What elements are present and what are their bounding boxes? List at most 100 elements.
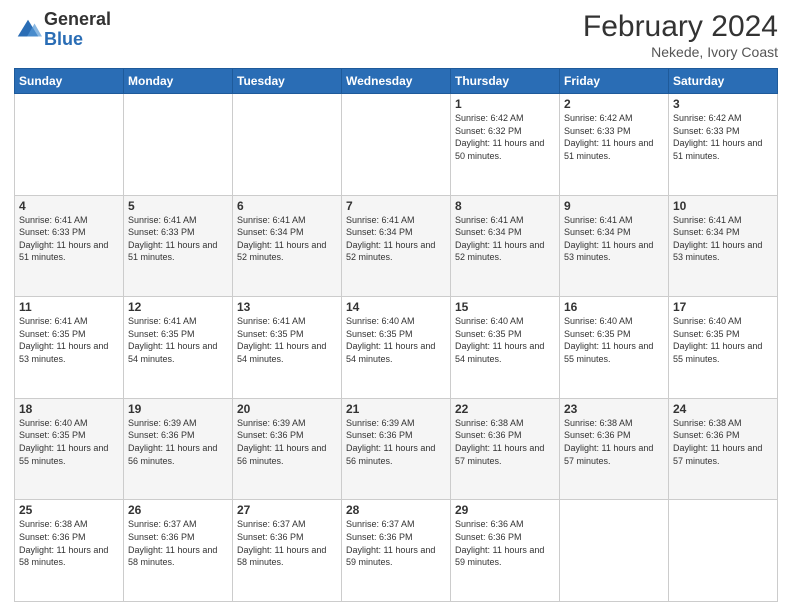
day-info: Sunrise: 6:38 AMSunset: 6:36 PMDaylight:… [19,518,119,568]
calendar-cell: 27Sunrise: 6:37 AMSunset: 6:36 PMDayligh… [233,500,342,602]
calendar-week-row: 1Sunrise: 6:42 AMSunset: 6:32 PMDaylight… [15,94,778,196]
calendar-cell: 24Sunrise: 6:38 AMSunset: 6:36 PMDayligh… [669,398,778,500]
day-number: 4 [19,199,119,213]
day-number: 9 [564,199,664,213]
day-info: Sunrise: 6:40 AMSunset: 6:35 PMDaylight:… [455,315,555,365]
calendar-cell: 17Sunrise: 6:40 AMSunset: 6:35 PMDayligh… [669,297,778,399]
calendar-cell: 10Sunrise: 6:41 AMSunset: 6:34 PMDayligh… [669,195,778,297]
day-number: 15 [455,300,555,314]
logo: General Blue [14,10,111,50]
day-info: Sunrise: 6:42 AMSunset: 6:32 PMDaylight:… [455,112,555,162]
calendar-cell: 3Sunrise: 6:42 AMSunset: 6:33 PMDaylight… [669,94,778,196]
day-info: Sunrise: 6:37 AMSunset: 6:36 PMDaylight:… [128,518,228,568]
calendar-cell [15,94,124,196]
day-number: 6 [237,199,337,213]
calendar-cell: 25Sunrise: 6:38 AMSunset: 6:36 PMDayligh… [15,500,124,602]
calendar-cell: 23Sunrise: 6:38 AMSunset: 6:36 PMDayligh… [560,398,669,500]
day-number: 2 [564,97,664,111]
day-info: Sunrise: 6:40 AMSunset: 6:35 PMDaylight:… [346,315,446,365]
day-number: 13 [237,300,337,314]
day-number: 21 [346,402,446,416]
calendar-cell: 26Sunrise: 6:37 AMSunset: 6:36 PMDayligh… [124,500,233,602]
day-info: Sunrise: 6:37 AMSunset: 6:36 PMDaylight:… [346,518,446,568]
weekday-header-friday: Friday [560,69,669,94]
day-number: 1 [455,97,555,111]
calendar-cell: 13Sunrise: 6:41 AMSunset: 6:35 PMDayligh… [233,297,342,399]
calendar-cell: 16Sunrise: 6:40 AMSunset: 6:35 PMDayligh… [560,297,669,399]
day-number: 12 [128,300,228,314]
day-number: 25 [19,503,119,517]
day-info: Sunrise: 6:40 AMSunset: 6:35 PMDaylight:… [564,315,664,365]
day-info: Sunrise: 6:42 AMSunset: 6:33 PMDaylight:… [673,112,773,162]
day-number: 5 [128,199,228,213]
day-info: Sunrise: 6:41 AMSunset: 6:35 PMDaylight:… [19,315,119,365]
calendar-cell: 4Sunrise: 6:41 AMSunset: 6:33 PMDaylight… [15,195,124,297]
calendar-week-row: 4Sunrise: 6:41 AMSunset: 6:33 PMDaylight… [15,195,778,297]
calendar-cell: 5Sunrise: 6:41 AMSunset: 6:33 PMDaylight… [124,195,233,297]
day-number: 16 [564,300,664,314]
day-info: Sunrise: 6:39 AMSunset: 6:36 PMDaylight:… [237,417,337,467]
calendar-cell: 20Sunrise: 6:39 AMSunset: 6:36 PMDayligh… [233,398,342,500]
calendar-header-row: SundayMondayTuesdayWednesdayThursdayFrid… [15,69,778,94]
day-info: Sunrise: 6:41 AMSunset: 6:35 PMDaylight:… [128,315,228,365]
calendar-cell: 8Sunrise: 6:41 AMSunset: 6:34 PMDaylight… [451,195,560,297]
calendar-cell: 6Sunrise: 6:41 AMSunset: 6:34 PMDaylight… [233,195,342,297]
day-number: 10 [673,199,773,213]
calendar-cell: 28Sunrise: 6:37 AMSunset: 6:36 PMDayligh… [342,500,451,602]
day-number: 7 [346,199,446,213]
calendar-cell: 22Sunrise: 6:38 AMSunset: 6:36 PMDayligh… [451,398,560,500]
day-number: 14 [346,300,446,314]
day-number: 20 [237,402,337,416]
calendar-cell [669,500,778,602]
logo-text: General Blue [44,10,111,50]
calendar-cell [342,94,451,196]
calendar-cell: 11Sunrise: 6:41 AMSunset: 6:35 PMDayligh… [15,297,124,399]
weekday-header-wednesday: Wednesday [342,69,451,94]
day-number: 23 [564,402,664,416]
calendar-cell: 1Sunrise: 6:42 AMSunset: 6:32 PMDaylight… [451,94,560,196]
day-number: 17 [673,300,773,314]
day-info: Sunrise: 6:40 AMSunset: 6:35 PMDaylight:… [19,417,119,467]
weekday-header-saturday: Saturday [669,69,778,94]
calendar-cell: 29Sunrise: 6:36 AMSunset: 6:36 PMDayligh… [451,500,560,602]
calendar-cell: 9Sunrise: 6:41 AMSunset: 6:34 PMDaylight… [560,195,669,297]
day-info: Sunrise: 6:36 AMSunset: 6:36 PMDaylight:… [455,518,555,568]
day-info: Sunrise: 6:38 AMSunset: 6:36 PMDaylight:… [673,417,773,467]
page: General Blue February 2024 Nekede, Ivory… [0,0,792,612]
title-block: February 2024 Nekede, Ivory Coast [583,10,778,60]
day-info: Sunrise: 6:42 AMSunset: 6:33 PMDaylight:… [564,112,664,162]
calendar-cell [233,94,342,196]
day-info: Sunrise: 6:41 AMSunset: 6:33 PMDaylight:… [19,214,119,264]
day-number: 27 [237,503,337,517]
calendar-cell: 19Sunrise: 6:39 AMSunset: 6:36 PMDayligh… [124,398,233,500]
calendar-week-row: 11Sunrise: 6:41 AMSunset: 6:35 PMDayligh… [15,297,778,399]
day-number: 26 [128,503,228,517]
day-info: Sunrise: 6:38 AMSunset: 6:36 PMDaylight:… [455,417,555,467]
day-info: Sunrise: 6:41 AMSunset: 6:34 PMDaylight:… [564,214,664,264]
day-info: Sunrise: 6:41 AMSunset: 6:34 PMDaylight:… [346,214,446,264]
weekday-header-sunday: Sunday [15,69,124,94]
day-number: 8 [455,199,555,213]
logo-general: General [44,10,111,30]
day-number: 29 [455,503,555,517]
day-number: 18 [19,402,119,416]
calendar-cell [124,94,233,196]
title-location: Nekede, Ivory Coast [583,44,778,60]
day-number: 3 [673,97,773,111]
calendar-week-row: 18Sunrise: 6:40 AMSunset: 6:35 PMDayligh… [15,398,778,500]
calendar-cell [560,500,669,602]
weekday-header-tuesday: Tuesday [233,69,342,94]
day-info: Sunrise: 6:41 AMSunset: 6:35 PMDaylight:… [237,315,337,365]
calendar-week-row: 25Sunrise: 6:38 AMSunset: 6:36 PMDayligh… [15,500,778,602]
calendar-cell: 18Sunrise: 6:40 AMSunset: 6:35 PMDayligh… [15,398,124,500]
logo-blue: Blue [44,30,111,50]
day-info: Sunrise: 6:37 AMSunset: 6:36 PMDaylight:… [237,518,337,568]
calendar-cell: 21Sunrise: 6:39 AMSunset: 6:36 PMDayligh… [342,398,451,500]
calendar-cell: 15Sunrise: 6:40 AMSunset: 6:35 PMDayligh… [451,297,560,399]
day-info: Sunrise: 6:41 AMSunset: 6:34 PMDaylight:… [673,214,773,264]
weekday-header-thursday: Thursday [451,69,560,94]
title-month-year: February 2024 [583,10,778,44]
calendar-cell: 7Sunrise: 6:41 AMSunset: 6:34 PMDaylight… [342,195,451,297]
header: General Blue February 2024 Nekede, Ivory… [14,10,778,60]
day-number: 11 [19,300,119,314]
